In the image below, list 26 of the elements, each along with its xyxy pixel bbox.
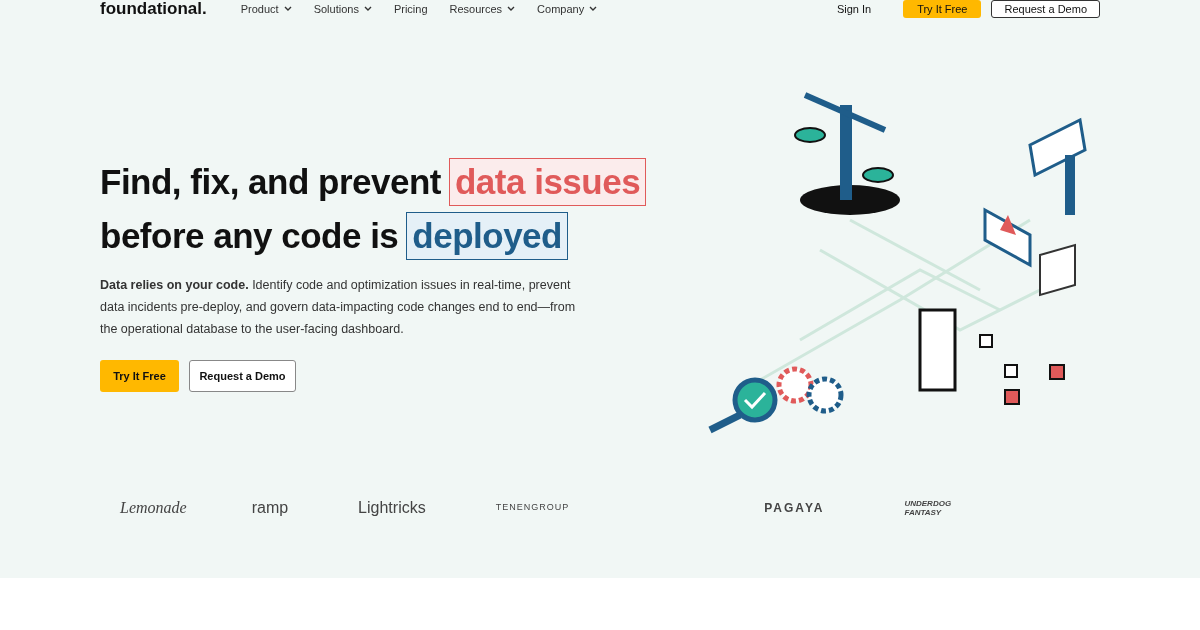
try-free-button[interactable]: Try It Free bbox=[100, 360, 179, 392]
intro-paragraph: Data relies on your code. Identify code and optimization issues in real-time, prevent data incidents pre-deploy, and govern data-impacting code changes end to end—from the operational database to the user-facing dashboard. bbox=[100, 277, 577, 338]
request-demo-button[interactable]: Request a Demo bbox=[189, 360, 296, 392]
nav-link[interactable]: Resources bbox=[449, 0, 516, 18]
highlighted-text: deployed bbox=[406, 212, 568, 260]
sign-in-link[interactable]: Sign In bbox=[836, 0, 872, 18]
chevron-down-icon bbox=[363, 6, 372, 12]
customer-logo: UNDERDOG FANTASY bbox=[904, 499, 953, 517]
customer-logo: ramp bbox=[251, 498, 289, 518]
customer-logo: Lemonade bbox=[120, 498, 187, 518]
customer-logo: PAGAYA bbox=[764, 500, 825, 517]
headline-text: before any code is bbox=[100, 215, 399, 257]
chevron-down-icon bbox=[283, 6, 292, 12]
request-demo-button[interactable]: Request a Demo bbox=[991, 0, 1100, 18]
nav-link[interactable]: Company bbox=[537, 0, 598, 18]
nav-link[interactable]: Pricing bbox=[393, 0, 428, 18]
try-free-button[interactable]: Try It Free bbox=[903, 0, 982, 18]
highlighted-text: data issues bbox=[449, 158, 647, 206]
headline-text: Find, fix, and prevent bbox=[100, 161, 441, 203]
nav-link[interactable]: Solutions bbox=[313, 0, 372, 18]
customer-logo: Lightricks bbox=[358, 498, 426, 518]
chevron-down-icon bbox=[507, 6, 516, 12]
nav-link[interactable]: Product bbox=[240, 0, 292, 18]
foundational-logo[interactable]: foundational. bbox=[100, 0, 207, 22]
chevron-down-icon bbox=[589, 6, 598, 12]
customer-logo: TENENGROUP bbox=[495, 501, 570, 515]
